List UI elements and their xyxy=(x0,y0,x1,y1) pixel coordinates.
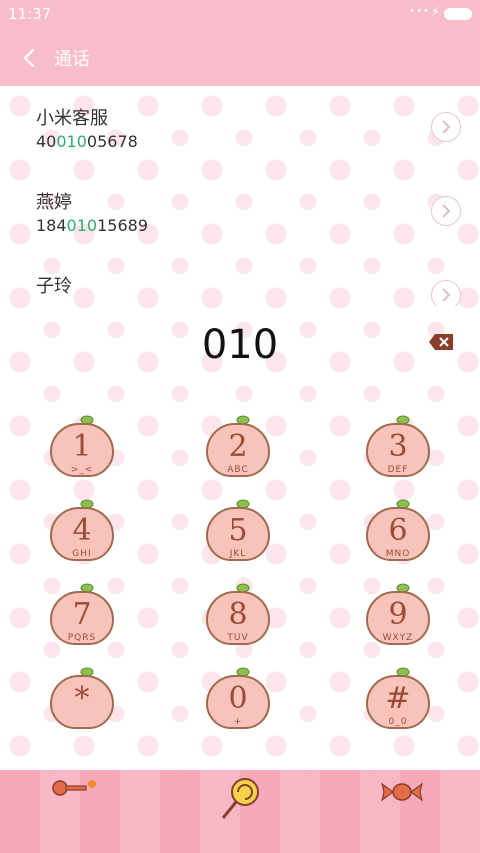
key-letters: JKL xyxy=(229,549,247,559)
key-digit: 0 xyxy=(228,681,248,716)
key-letters: 0_0 xyxy=(388,717,408,727)
key-5[interactable]: 5 JKL xyxy=(198,489,278,569)
charging-icon: ⚡ xyxy=(430,5,440,20)
page-title: 通话 xyxy=(54,49,90,70)
number-suffix: 05678 xyxy=(86,132,138,151)
bottom-nav-bar xyxy=(0,770,480,853)
key-8[interactable]: 8 TUV xyxy=(198,573,278,653)
key-9[interactable]: 9 WXYZ xyxy=(358,573,438,653)
stripe xyxy=(280,770,320,853)
key-letters: TUV xyxy=(227,633,249,643)
key-digit: 3 xyxy=(388,429,408,464)
key-letters: DEF xyxy=(387,465,409,475)
dial-keypad: 1 >_< 2 ABC 3 DEF 4 GHI 5 JKL 6 MNO 7 PQ… xyxy=(0,405,480,735)
backspace-button[interactable] xyxy=(428,333,453,350)
key-star[interactable]: * xyxy=(42,657,122,737)
contact-results-list: 小米客服 4001005678 燕婷 18401015689 子玲 xyxy=(0,86,480,306)
key-digit: 1 xyxy=(72,429,92,464)
number-suffix: 15689 xyxy=(97,216,148,235)
key-digit: * xyxy=(74,681,90,716)
status-time: 11:37 xyxy=(8,5,52,23)
contact-detail-button[interactable] xyxy=(431,196,461,226)
key-2[interactable]: 2 ABC xyxy=(198,405,278,485)
number-match: 010 xyxy=(56,132,87,151)
stripe xyxy=(440,770,480,853)
contact-name: 小米客服 xyxy=(36,108,108,129)
key-letters: >_< xyxy=(70,465,94,475)
chevron-right-icon xyxy=(442,204,451,218)
key-letters: PQRS xyxy=(67,633,97,643)
tab-dialer[interactable] xyxy=(200,770,280,853)
contact-number: 18401015689 xyxy=(36,216,148,235)
key-4[interactable]: 4 GHI xyxy=(42,489,122,569)
stripe xyxy=(120,770,160,853)
number-prefix: 184 xyxy=(36,216,67,235)
key-digit: 6 xyxy=(388,513,408,548)
key-3[interactable]: 3 DEF xyxy=(358,405,438,485)
tab-favorites[interactable] xyxy=(362,770,442,853)
key-digit: 8 xyxy=(228,597,248,632)
app-bar: 通话 xyxy=(0,28,480,86)
key-digit: 5 xyxy=(228,513,248,548)
contact-name: 燕婷 xyxy=(36,192,72,213)
key-1[interactable]: 1 >_< xyxy=(42,405,122,485)
key-digit: 2 xyxy=(228,429,248,464)
key-7[interactable]: 7 PQRS xyxy=(42,573,122,653)
contact-detail-button[interactable] xyxy=(431,112,461,142)
key-letters: + xyxy=(233,717,243,727)
battery-icon xyxy=(444,8,472,20)
key-letters: WXYZ xyxy=(382,633,414,643)
number-match: 010 xyxy=(66,216,98,235)
key-letters: MNO xyxy=(385,549,411,559)
key-hash[interactable]: # 0_0 xyxy=(358,657,438,737)
backspace-icon xyxy=(429,334,453,350)
dial-display: 010 xyxy=(0,316,480,376)
notification-dots-icon: ••• xyxy=(409,6,430,17)
back-button[interactable] xyxy=(16,44,44,72)
status-bar: 11:37 ••• ⚡ xyxy=(0,0,480,28)
number-prefix: 40 xyxy=(36,132,57,151)
key-digit: # xyxy=(385,681,411,716)
back-arrow-icon xyxy=(23,48,35,68)
contact-name: 子玲 xyxy=(36,276,72,297)
key-0[interactable]: 0 + xyxy=(198,657,278,737)
chevron-right-icon xyxy=(442,288,451,302)
contact-row[interactable]: 子玲 xyxy=(0,254,480,306)
contact-row[interactable]: 燕婷 18401015689 xyxy=(0,170,480,254)
entered-number: 010 xyxy=(201,322,279,368)
contact-detail-button[interactable] xyxy=(431,280,461,306)
contact-number: 4001005678 xyxy=(36,132,138,151)
key-letters: ABC xyxy=(227,465,249,475)
key-icon xyxy=(52,780,96,796)
lollipop-icon xyxy=(221,778,259,819)
tab-contacts[interactable] xyxy=(36,770,116,853)
key-digit: 9 xyxy=(388,597,408,632)
key-letters: GHI xyxy=(72,549,92,559)
chevron-right-icon xyxy=(442,120,451,134)
contact-row[interactable]: 小米客服 4001005678 xyxy=(0,86,480,170)
key-digit: 4 xyxy=(72,513,92,548)
key-digit: 7 xyxy=(72,597,92,632)
candy-icon xyxy=(381,782,423,802)
key-6[interactable]: 6 MNO xyxy=(358,489,438,569)
